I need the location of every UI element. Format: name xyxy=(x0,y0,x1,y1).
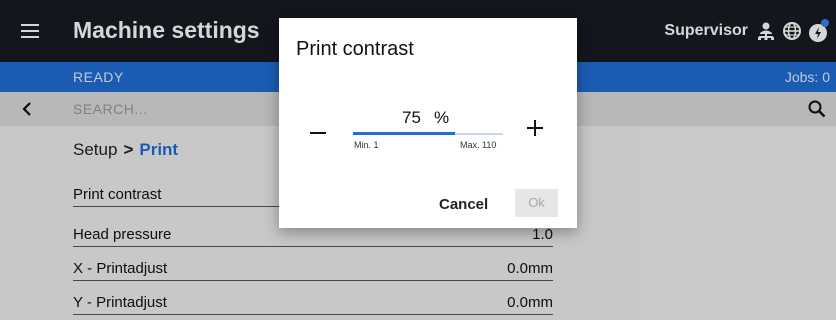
contrast-slider[interactable] xyxy=(353,132,503,135)
slider-min-label: Min. 1 xyxy=(354,140,379,150)
slider-max-label: Max. 110 xyxy=(460,140,497,150)
cancel-button[interactable]: Cancel xyxy=(439,196,488,213)
print-contrast-dialog: Print contrast 75 % Min. 1 Max. 110 Canc… xyxy=(279,18,577,228)
contrast-value: 75 xyxy=(402,108,421,127)
contrast-unit: % xyxy=(434,108,450,127)
ok-button[interactable]: Ok xyxy=(515,189,558,217)
increment-button[interactable] xyxy=(524,117,546,139)
decrement-button[interactable] xyxy=(307,123,329,143)
minus-icon xyxy=(310,132,326,134)
slider-fill xyxy=(353,132,455,135)
dialog-title: Print contrast xyxy=(296,38,414,60)
